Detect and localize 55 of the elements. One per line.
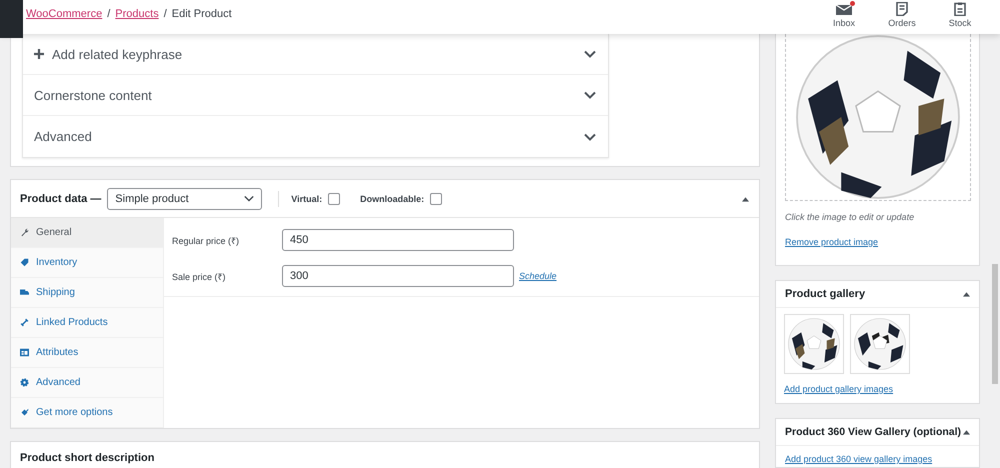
price-field[interactable]: 300 (282, 265, 514, 287)
checkbox[interactable] (430, 192, 442, 204)
table-icon (20, 348, 29, 357)
add-gallery-link[interactable]: Add product gallery images (784, 384, 971, 394)
hint-text: Click the image to edit or update (785, 212, 916, 222)
chevron-icon (584, 50, 596, 58)
field-label: Sale price (₹) (172, 270, 227, 282)
collapsible-section[interactable]: Cornerstone content (23, 75, 608, 116)
breadcrumb-link[interactable]: WooCommerce (26, 8, 102, 20)
product-data-tab[interactable]: Shipping (11, 278, 163, 308)
link-icon (20, 318, 29, 327)
document-icon (893, 2, 911, 16)
activity-button[interactable]: Orders (882, 0, 922, 28)
product-data-tab[interactable]: Linked Products (11, 308, 163, 338)
product-data-tab[interactable]: General (11, 218, 163, 248)
product-data-tab[interactable]: Get more options (11, 398, 163, 428)
collapsible-section[interactable]: Add related keyphrase (23, 34, 608, 75)
checkbox-label: Downloadable: (360, 194, 424, 204)
wrench-icon (20, 228, 29, 237)
gallery-thumbnail[interactable] (784, 314, 844, 374)
panel-title: Product short description (20, 452, 154, 464)
product-data-tab[interactable]: Inventory (11, 248, 163, 278)
panel-title: Product data — (20, 192, 102, 204)
chevron-icon (244, 195, 254, 202)
collapse-icon[interactable] (742, 196, 749, 202)
breadcrumb-separator: / (107, 8, 110, 20)
sidebar-edge (0, 0, 23, 38)
checkbox[interactable] (328, 192, 340, 204)
chevron-icon (584, 91, 596, 99)
field-label: Regular price (₹) (172, 234, 240, 246)
collapse-icon[interactable] (963, 429, 970, 435)
panel-title: Product gallery (785, 288, 866, 300)
price-field[interactable]: 450 (282, 229, 514, 251)
product-data-tab[interactable]: Advanced (11, 368, 163, 398)
product-data-tab[interactable]: Attributes (11, 338, 163, 368)
breadcrumb-current: Edit Product (172, 8, 232, 20)
add-360-link[interactable]: Add product 360 view gallery images (785, 454, 932, 464)
breadcrumb-separator: / (164, 8, 167, 20)
gallery-thumbnail[interactable] (850, 314, 910, 374)
collapsible-section[interactable]: Advanced (23, 116, 608, 157)
collapse-icon[interactable] (963, 291, 970, 297)
product-type-select[interactable]: Simple product (107, 188, 262, 210)
panel-title: Product 360 View Gallery (optional) (785, 426, 962, 438)
plus-icon (34, 49, 44, 59)
checkbox-label: Virtual: (291, 194, 322, 204)
activity-button[interactable]: Stock (940, 0, 980, 28)
gear-icon (20, 378, 29, 387)
activity-button[interactable]: Inbox (824, 0, 864, 28)
clipboard-icon (951, 2, 969, 16)
truck-icon (20, 288, 29, 297)
breadcrumb-link[interactable]: Products (115, 8, 159, 20)
tag-icon (20, 258, 29, 267)
chevron-icon (584, 132, 596, 140)
schedule-link[interactable]: Schedule (519, 271, 557, 281)
remove-image-link[interactable]: Remove product image (785, 237, 878, 247)
